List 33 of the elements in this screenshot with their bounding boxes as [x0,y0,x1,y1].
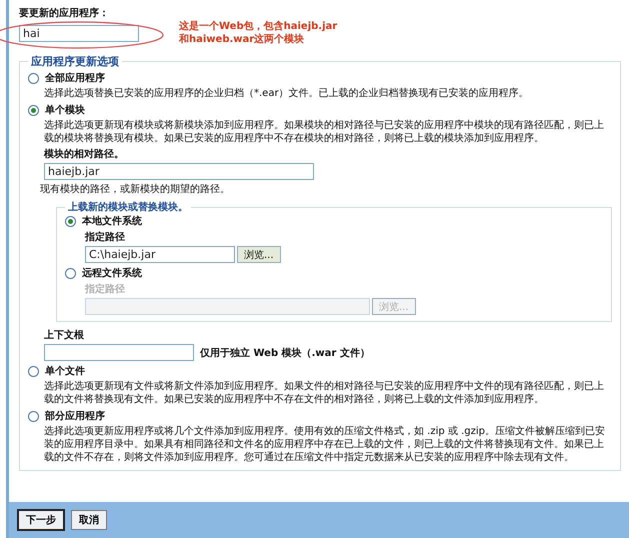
option-description: 选择此选项更新应用程序或将几个文件添加到应用程序。使用有效的压缩文件格式，如 .zip 或 .gzip。压缩文件被解压缩到已安装的应用程序目录中。如果具有相同路径和文件名的应用程序中存在已上载的文件，则已上载的文件将替换现有文件。如果已上载的文件不存在，则将文件添加到应用程序。您可通过在压缩文件中指定元数据来从已安装的应用程序中除去现有文件。 [44,425,606,464]
radio-button[interactable] [28,410,39,422]
option-label: 远程文件系统 [82,266,142,280]
field-label: 指定路径 [85,282,126,296]
subsection-legend: 上载新的模块或替换模块。 [65,200,191,214]
form-button[interactable]: 下一步 [17,509,65,531]
module-path-field[interactable]: haiejb.jar [44,163,314,180]
path-field[interactable]: C:\haiejb.jar [85,246,235,263]
field-label: 指定路径 [85,230,126,244]
field-hint: 现有模块的路径，或新模块的期望的路径。 [40,182,231,196]
field-label: 要更新的应用程序： [19,8,110,20]
annotation-text: 和haiweb.war这两个模块 [179,33,306,46]
context-root-field[interactable] [44,344,194,361]
option-label: 全部应用程序 [45,71,105,85]
option-description: 选择此选项替换已安装的应用程序的企业归档（*.ear）文件。已上载的企业归档替换现有已安装的应用程序。 [44,87,530,100]
radio-button[interactable] [28,72,39,84]
option-label: 单个文件 [45,364,85,378]
annotation-text: 这是一个Web包，包含haiejb.jar [179,20,338,33]
radio-button[interactable] [65,216,76,226]
radio-button[interactable] [28,366,39,376]
section-legend: 应用程序更新选项 [28,54,122,69]
field-label: 上下文根 [44,328,85,342]
option-description: 选择此选项更新现有文件或将新文件添加到应用程序。如果文件的相对路径与已安装的应用程序中文件的现有路径匹配，则已上载的文件将替换现有文件。如果已安装的应用程序中不存在文件的相对路径，则将已上载的文件添加到应用程序。 [44,380,605,406]
option-description: 选择此选项更新现有模块或将新模块添加到应用程序。如果模块的相对路径与已安装的应用程序中模块的现有路径匹配，则已上载的模块将替换现有模块。如果已安装的应用程序中不存在模块的相对路径，则将已上载的模块添加到应用程序。 [44,119,605,145]
browse-button[interactable]: 浏览... [237,246,281,263]
radio-button[interactable] [28,104,39,116]
form-button[interactable]: 取消 [71,510,107,530]
field-note: 仅用于独立 Web 模块（.war 文件） [200,346,370,360]
option-label: 单个模块 [45,104,85,117]
field-label: 模块的相对路径。 [44,148,125,161]
application-field[interactable]: hai [19,25,139,42]
option-label: 本地文件系统 [82,214,142,228]
option-label: 部分应用程序 [45,409,105,423]
